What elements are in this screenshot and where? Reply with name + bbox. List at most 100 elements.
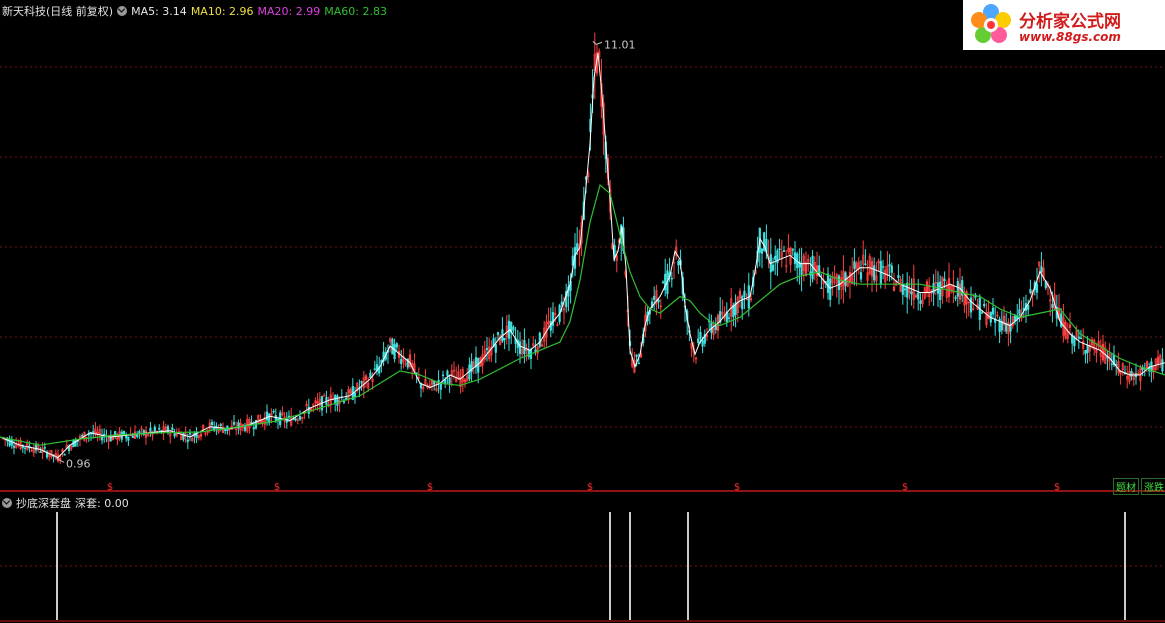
candle-body (760, 248, 764, 254)
candle-body (1084, 350, 1087, 355)
candle-body (637, 362, 640, 365)
candle-body (800, 263, 803, 275)
candle-body (635, 354, 638, 357)
candle-body (890, 265, 893, 273)
candle-body (820, 287, 823, 289)
stock-chart[interactable]: 11.01 0.96 $ $ $ $ $ $ $ (0, 0, 1165, 623)
candle-body (903, 288, 907, 291)
candle-body (670, 277, 673, 280)
candle-body (741, 296, 744, 310)
candle-body (697, 338, 700, 343)
candle-body (171, 427, 174, 431)
candle-body (983, 303, 986, 307)
candle-body (778, 248, 781, 251)
candle-body (63, 453, 66, 456)
candle-body (699, 331, 702, 340)
indicator-name[interactable]: 抄底深套盘 (16, 495, 71, 511)
candle-body (1018, 309, 1021, 315)
candle-body (1029, 288, 1032, 294)
candle-body (657, 299, 660, 303)
candle-body (829, 278, 832, 300)
candle-body (272, 410, 275, 413)
candle-body (23, 447, 27, 449)
candle-body (512, 326, 515, 331)
candle-body (1051, 303, 1054, 308)
candle-body (1110, 363, 1113, 365)
candle-body (1079, 337, 1083, 340)
finance-badge[interactable]: 题材 (1113, 478, 1139, 495)
candle-body (415, 372, 418, 374)
candle-body (373, 368, 376, 370)
candle-body (494, 344, 497, 353)
candle-body (1027, 305, 1030, 310)
candle-body (910, 291, 913, 295)
candle-body (444, 379, 447, 384)
candle-body (1040, 266, 1043, 273)
candle-body (701, 340, 704, 347)
candle-body (782, 250, 786, 253)
candle-body (1060, 313, 1063, 327)
candle-body (932, 283, 935, 294)
candle-body (859, 272, 863, 280)
candle-body (336, 395, 339, 406)
annotation-label: 11.01 (604, 38, 636, 51)
candle-body (369, 372, 372, 378)
candle-body (1161, 359, 1164, 372)
candle-body (576, 243, 579, 251)
candle-body (771, 264, 775, 271)
candle-body (448, 377, 451, 384)
event-marker: $ (734, 482, 740, 493)
candle-body (294, 418, 297, 421)
candle-body (43, 447, 46, 449)
candle-body (149, 427, 152, 432)
candle-body (166, 426, 170, 434)
candle-body (252, 427, 255, 430)
ma-line-ma5 (0, 52, 1165, 459)
indicator-value: 深套: 0.00 (75, 497, 129, 510)
candle-body (1013, 315, 1017, 321)
candle-body (10, 439, 13, 446)
candle-body (224, 429, 227, 432)
candle-body (917, 292, 920, 300)
candle-body (12, 445, 16, 448)
candle-body (400, 359, 403, 364)
candle-body (560, 301, 563, 305)
candle-body (969, 297, 973, 313)
candle-body (1035, 283, 1039, 293)
candle-body (1073, 337, 1076, 347)
candle-body (888, 264, 891, 267)
limit-badge[interactable]: 涨跌 (1141, 478, 1165, 495)
price-annotations: 11.01 0.96 (54, 38, 636, 470)
candle-body (1077, 336, 1080, 339)
candle-body (441, 374, 445, 377)
candle-body (661, 281, 665, 284)
chevron-down-icon[interactable] (2, 498, 12, 508)
candle-body (864, 263, 867, 265)
event-marker: $ (107, 482, 113, 493)
candle-body (538, 332, 541, 347)
candle-body (954, 297, 957, 299)
candle-body (210, 421, 214, 426)
candle-body (1086, 345, 1089, 353)
candle-body (653, 295, 656, 300)
candle-body (265, 411, 269, 421)
candle-body (826, 273, 830, 293)
event-marker: $ (1054, 482, 1060, 493)
candle-body (131, 435, 134, 438)
price-candles (1, 32, 1164, 465)
candle-body (243, 426, 247, 431)
candle-body (1130, 371, 1133, 377)
candle-body (523, 340, 526, 354)
indicator-header: 抄底深套盘 深套: 0.00 (2, 495, 129, 511)
candle-body (791, 248, 794, 251)
candle-body (81, 435, 84, 437)
candle-body (677, 261, 680, 266)
candle-body (485, 348, 489, 350)
candle-body (439, 383, 442, 390)
candle-body (793, 252, 797, 264)
candle-body (39, 451, 42, 453)
candle-body (881, 266, 885, 268)
event-marker: $ (902, 482, 908, 493)
candle-body (873, 265, 876, 281)
candle-body (393, 344, 396, 360)
